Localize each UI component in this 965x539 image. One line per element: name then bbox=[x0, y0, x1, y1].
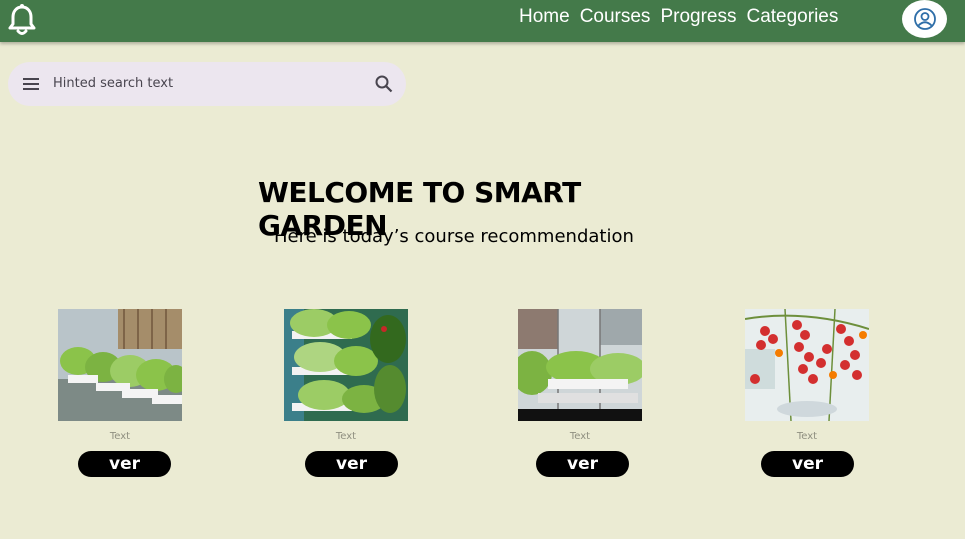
top-app-bar: Home Courses Progress Categories bbox=[0, 0, 965, 42]
course-card: Text ver bbox=[518, 309, 642, 477]
course-caption: Text bbox=[109, 431, 131, 442]
account-button[interactable] bbox=[902, 0, 947, 38]
course-caption: Text bbox=[569, 431, 591, 442]
nav-categories[interactable]: Categories bbox=[746, 6, 838, 28]
view-button[interactable]: ver bbox=[78, 451, 171, 477]
course-image-cherry-tomatoes[interactable] bbox=[745, 309, 869, 421]
course-card: Text ver bbox=[284, 309, 408, 477]
search-bar[interactable]: Hinted search text bbox=[8, 62, 406, 106]
course-card: Text ver bbox=[745, 309, 869, 477]
view-button[interactable]: ver bbox=[536, 451, 629, 477]
search-icon[interactable] bbox=[374, 74, 394, 94]
bell-icon[interactable] bbox=[8, 4, 36, 36]
nav-home[interactable]: Home bbox=[519, 6, 570, 28]
course-caption: Text bbox=[796, 431, 818, 442]
course-image-greenhouse[interactable] bbox=[518, 309, 642, 421]
view-button[interactable]: ver bbox=[305, 451, 398, 477]
course-image-vertical-garden[interactable] bbox=[284, 309, 408, 421]
course-caption: Text bbox=[335, 431, 357, 442]
course-image-rooftop-planters[interactable] bbox=[58, 309, 182, 421]
main-nav: Home Courses Progress Categories bbox=[519, 6, 838, 28]
account-icon bbox=[913, 8, 936, 30]
nav-courses[interactable]: Courses bbox=[580, 6, 651, 28]
nav-progress[interactable]: Progress bbox=[660, 6, 736, 28]
page-subtitle: Here is today’s course recommendation bbox=[274, 226, 634, 247]
menu-icon[interactable] bbox=[22, 75, 40, 93]
search-input[interactable]: Hinted search text bbox=[53, 76, 173, 91]
view-button[interactable]: ver bbox=[761, 451, 854, 477]
course-card: Text ver bbox=[58, 309, 182, 477]
